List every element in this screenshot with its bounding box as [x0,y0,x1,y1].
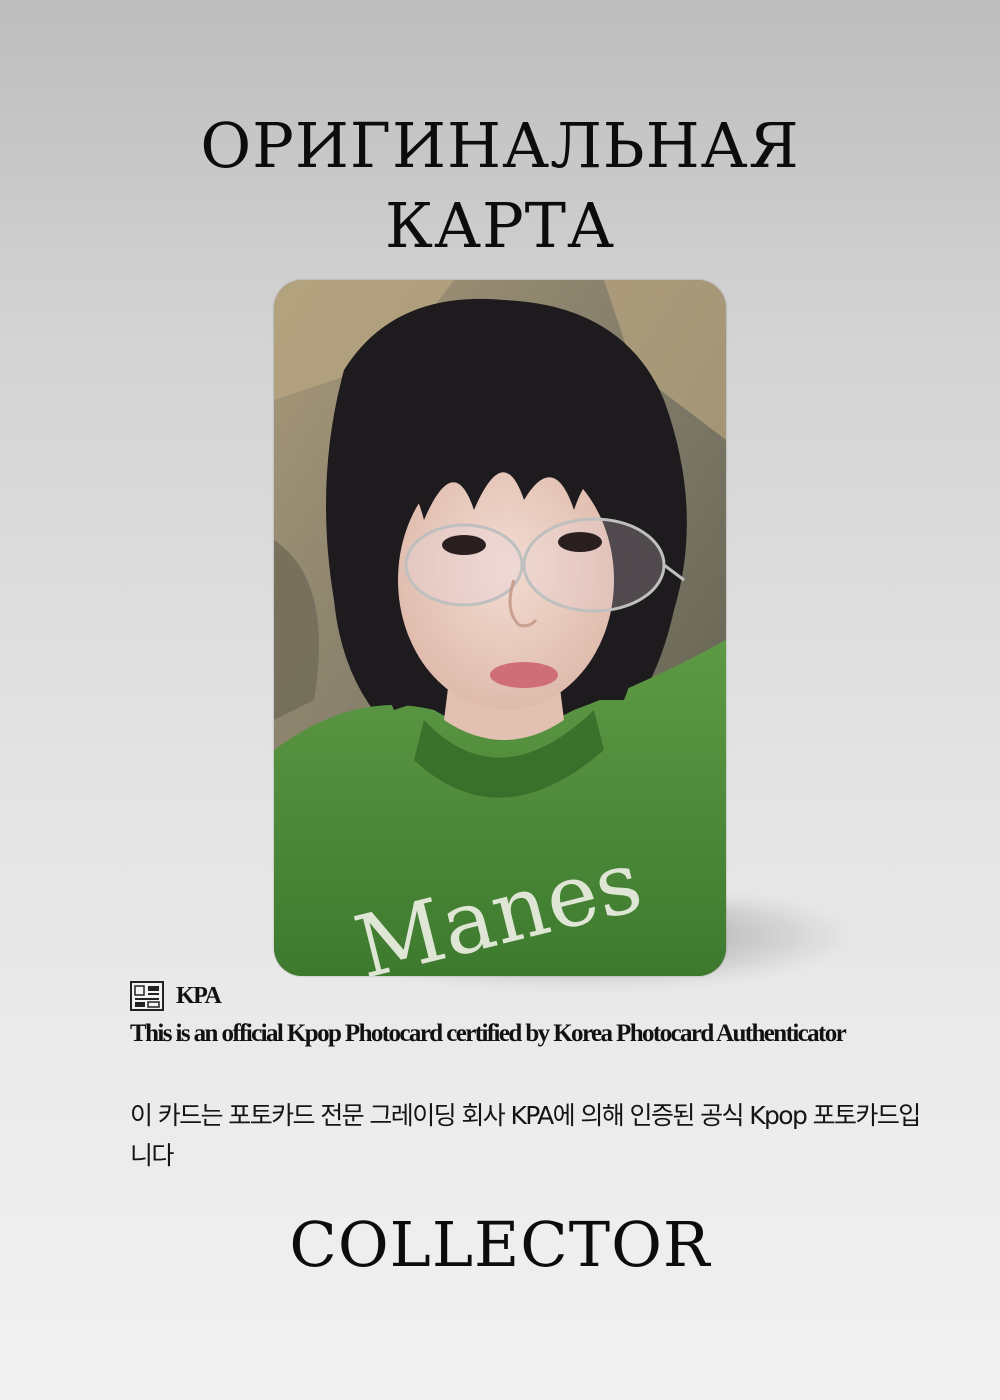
certification-korean-text: 이 카드는 포토카드 전문 그레이딩 회사 KPA에 의해 인증된 공식 Kpo… [130,1101,921,1170]
kpa-seal-icon [130,981,164,1011]
certification-brand-row: KPA [130,980,222,1012]
collector-label: COLLECTOR [289,1208,711,1281]
page-title-line1: ОРИГИНАЛЬНАЯ [200,109,800,182]
photocard: Manes [274,280,726,976]
certification-english-text: This is an official Kpop Photocard certi… [130,1020,847,1047]
page-title-line2: КАРТА [385,189,615,262]
photocard-portrait-image: Manes [274,280,726,976]
kpa-brand-label: KPA [176,982,222,1009]
